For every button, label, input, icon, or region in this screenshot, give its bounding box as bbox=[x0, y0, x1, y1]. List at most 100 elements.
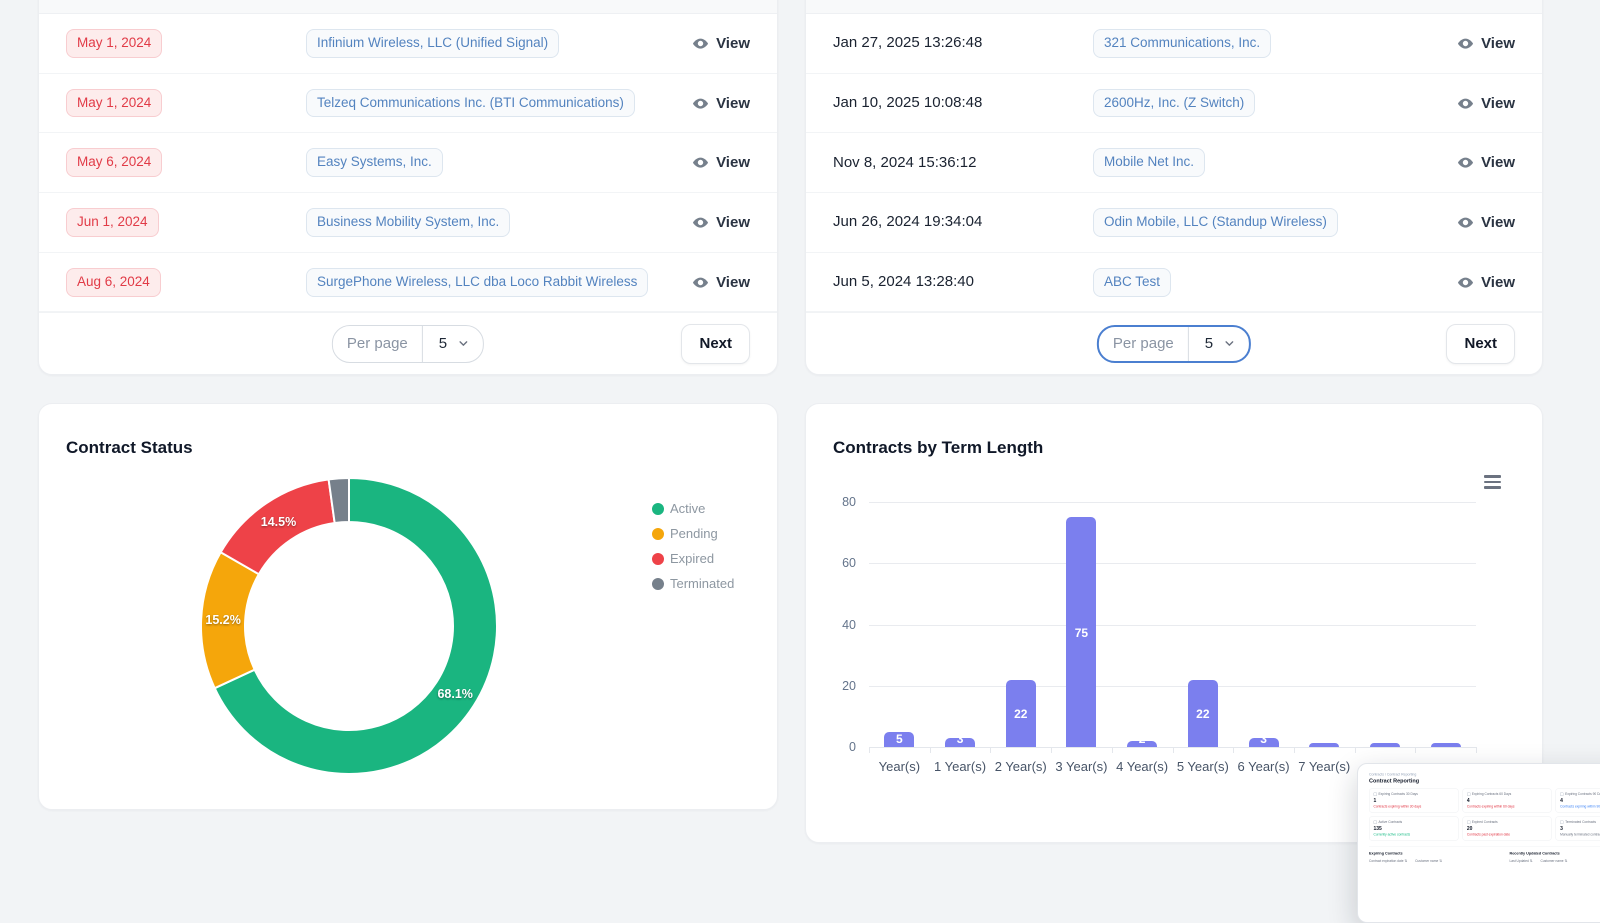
row-cell-customer: Easy Systems, Inc. bbox=[306, 148, 692, 177]
expiring-contracts-table-card: May 1, 2024 Infinium Wireless, LLC (Unifi… bbox=[38, 0, 778, 375]
eye-icon bbox=[1457, 95, 1474, 112]
eye-icon bbox=[1457, 154, 1474, 171]
term-length-bar-chart: 0204060805Year(s)31 Year(s)222 Year(s)75… bbox=[869, 502, 1476, 747]
customer-name-badge[interactable]: Easy Systems, Inc. bbox=[306, 148, 443, 177]
x-axis-tick bbox=[869, 747, 870, 753]
expiration-date-badge: May 1, 2024 bbox=[66, 89, 162, 118]
preview-column-header: Customer name ⇅ bbox=[1415, 859, 1442, 863]
per-page-select[interactable]: Per page 5 bbox=[332, 325, 484, 363]
chart-menu-icon[interactable] bbox=[1484, 475, 1501, 489]
donut-percent-label: 15.2% bbox=[205, 613, 240, 627]
preview-metric-label: Expired Contracts bbox=[1467, 821, 1547, 825]
expiration-date-badge: Jun 1, 2024 bbox=[66, 208, 159, 237]
customer-name-badge[interactable]: ABC Test bbox=[1093, 268, 1171, 297]
y-axis-tick-label: 0 bbox=[849, 740, 856, 754]
preview-breadcrumb: Contracts / Contract Reporting bbox=[1369, 773, 1600, 777]
bar-value-label: 2 bbox=[1139, 732, 1146, 746]
customer-name-badge[interactable]: Business Mobility System, Inc. bbox=[306, 208, 510, 237]
view-label: View bbox=[1481, 274, 1515, 291]
expiring-contracts-rows: May 1, 2024 Infinium Wireless, LLC (Unifi… bbox=[39, 14, 777, 312]
preview-section: Recently Updated ContractsLast Updated ⇅… bbox=[1510, 851, 1600, 863]
eye-icon bbox=[692, 35, 709, 52]
table-row: May 6, 2024 Easy Systems, Inc. View bbox=[39, 133, 777, 193]
next-page-button[interactable]: Next bbox=[681, 324, 750, 364]
preview-table-sections: Expiring ContractsContract expiration da… bbox=[1369, 847, 1600, 864]
preview-metric-cards: Expiring Contracts 30 Days1Contracts exp… bbox=[1369, 789, 1600, 841]
eye-icon bbox=[1457, 214, 1474, 231]
customer-name-badge[interactable]: Mobile Net Inc. bbox=[1093, 148, 1205, 177]
row-cell-timestamp: Jun 26, 2024 19:34:04 bbox=[833, 213, 1093, 231]
per-page-select[interactable]: Per page 5 bbox=[1097, 325, 1251, 363]
x-axis-tick bbox=[1112, 747, 1113, 753]
gridline bbox=[869, 502, 1476, 503]
legend-item-terminated[interactable]: Terminated bbox=[652, 571, 734, 596]
table-row: Jun 5, 2024 13:28:40 ABC Test View bbox=[806, 253, 1542, 313]
table-row: Jan 27, 2025 13:26:48321 Communications,… bbox=[806, 14, 1542, 74]
x-axis-category-label: 7 Year(s) bbox=[1289, 759, 1359, 774]
x-axis-category-label: Year(s) bbox=[864, 759, 934, 774]
customer-name-badge[interactable]: Infinium Wireless, LLC (Unified Signal) bbox=[306, 29, 559, 58]
preview-section: Expiring ContractsContract expiration da… bbox=[1369, 851, 1505, 863]
eye-icon bbox=[692, 154, 709, 171]
view-button[interactable]: View bbox=[692, 95, 750, 112]
customer-name-badge[interactable]: 2600Hz, Inc. (Z Switch) bbox=[1093, 89, 1255, 118]
x-axis-tick bbox=[930, 747, 931, 753]
view-button[interactable]: View bbox=[692, 274, 750, 291]
bar-value-label: 3 bbox=[957, 732, 964, 746]
preview-metric-card: Expiring Contracts 30 Days1Contracts exp… bbox=[1369, 789, 1458, 813]
legend-item-active[interactable]: Active bbox=[652, 496, 734, 521]
view-button[interactable]: View bbox=[1457, 274, 1515, 291]
row-cell-customer: 321 Communications, Inc. bbox=[1093, 29, 1457, 58]
view-button[interactable]: View bbox=[692, 154, 750, 171]
preview-section-title: Expiring Contracts bbox=[1369, 851, 1505, 856]
customer-name-badge[interactable]: Telzeq Communications Inc. (BTI Communic… bbox=[306, 89, 635, 118]
row-cell-timestamp: Jan 27, 2025 13:26:48 bbox=[833, 34, 1093, 52]
updated-timestamp: Jun 5, 2024 13:28:40 bbox=[833, 273, 974, 290]
bar-value-label: 3 bbox=[1260, 732, 1267, 746]
preview-section-title: Recently Updated Contracts bbox=[1510, 851, 1600, 856]
legend-item-pending[interactable]: Pending bbox=[652, 521, 734, 546]
eye-icon bbox=[1457, 35, 1474, 52]
row-cell-timestamp: Jun 5, 2024 13:28:40 bbox=[833, 273, 1093, 291]
legend-item-expired[interactable]: Expired bbox=[652, 546, 734, 571]
table-row: May 1, 2024Infinium Wireless, LLC (Unifi… bbox=[39, 14, 777, 74]
view-button[interactable]: View bbox=[1457, 95, 1515, 112]
preview-metric-label: Active Contracts bbox=[1374, 821, 1454, 825]
preview-metric-note: Contracts expiring within 60 days bbox=[1467, 805, 1547, 809]
view-label: View bbox=[1481, 154, 1515, 171]
y-axis-tick-label: 80 bbox=[842, 495, 856, 509]
row-cell-customer: Telzeq Communications Inc. (BTI Communic… bbox=[306, 89, 692, 118]
page-thumbnail-preview[interactable]: Contracts / Contract Reporting Contract … bbox=[1357, 763, 1600, 923]
legend-dot-icon bbox=[652, 578, 664, 590]
view-button[interactable]: View bbox=[1457, 35, 1515, 52]
view-button[interactable]: View bbox=[1457, 214, 1515, 231]
view-button[interactable]: View bbox=[692, 214, 750, 231]
preview-metric-card: Expiring Contracts 90 Days4Contracts exp… bbox=[1556, 789, 1600, 813]
eye-icon bbox=[692, 95, 709, 112]
customer-name-badge[interactable]: SurgePhone Wireless, LLC dba Loco Rabbit… bbox=[306, 268, 648, 297]
per-page-value: 5 bbox=[1189, 335, 1223, 352]
gridline bbox=[869, 563, 1476, 564]
preview-metric-label: Expiring Contracts 60 Days bbox=[1467, 793, 1547, 797]
row-cell-actions: View bbox=[1457, 35, 1515, 52]
preview-metric-value: 4 bbox=[1560, 798, 1600, 804]
updated-contracts-rows: Jan 27, 2025 13:26:48321 Communications,… bbox=[806, 14, 1542, 312]
preview-metric-note: Manually terminated contracts bbox=[1560, 833, 1600, 837]
view-button[interactable]: View bbox=[692, 35, 750, 52]
eye-icon bbox=[692, 274, 709, 291]
row-cell-customer: 2600Hz, Inc. (Z Switch) bbox=[1093, 89, 1457, 118]
preview-metric-value: 3 bbox=[1560, 826, 1600, 832]
bar-year-9 bbox=[1431, 743, 1461, 747]
view-button[interactable]: View bbox=[1457, 154, 1515, 171]
chevron-down-icon bbox=[1223, 337, 1236, 350]
legend-label: Expired bbox=[670, 551, 714, 566]
row-cell-timestamp: Jan 10, 2025 10:08:48 bbox=[833, 94, 1093, 112]
next-page-button[interactable]: Next bbox=[1446, 324, 1515, 364]
x-axis-tick bbox=[1476, 747, 1477, 753]
expiration-date-badge: May 6, 2024 bbox=[66, 148, 162, 177]
donut-percent-label: 68.1% bbox=[437, 687, 472, 701]
customer-name-badge[interactable]: 321 Communications, Inc. bbox=[1093, 29, 1271, 58]
view-label: View bbox=[1481, 214, 1515, 231]
customer-name-badge[interactable]: Odin Mobile, LLC (Standup Wireless) bbox=[1093, 208, 1338, 237]
table-row: Jun 1, 2024 Business Mobility System, Inc… bbox=[39, 193, 777, 253]
